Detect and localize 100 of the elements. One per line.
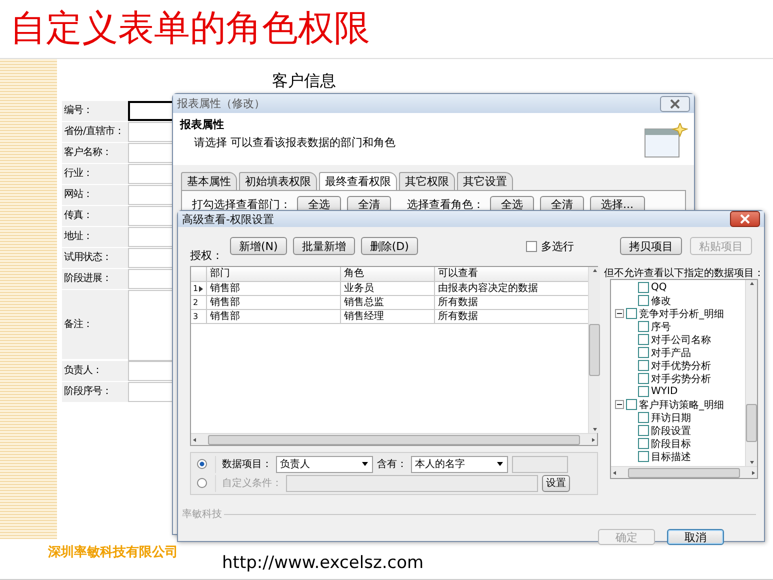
checkbox[interactable] — [638, 373, 649, 384]
field-label: 选择查看角色： — [407, 197, 484, 212]
button[interactable]: 新增(N) — [230, 237, 287, 255]
field-label: 传真： — [62, 206, 128, 227]
field-label: 数据项目： — [222, 458, 272, 471]
field-label: 试用状态： — [62, 248, 128, 269]
table-cell-text: 所有数据 — [437, 310, 479, 323]
tree-item[interactable]: 竞争对手分析_明细 — [639, 306, 724, 320]
checkbox[interactable] — [638, 282, 649, 293]
caret-icon — [497, 462, 503, 466]
checkbox[interactable] — [638, 334, 649, 345]
window-star-icon — [644, 123, 688, 159]
radio-button[interactable] — [197, 478, 207, 488]
field-label: 编号： — [62, 101, 128, 122]
slide-title: 自定义表单的角色权限 — [9, 7, 371, 51]
tree-item[interactable]: WYID — [651, 386, 678, 397]
dialog-description: 请选择 可以查看该报表数据的部门和角色 — [193, 135, 396, 150]
column-header[interactable]: 可以查看 — [435, 267, 588, 281]
field-label: 阶段序号： — [62, 382, 128, 403]
tree-item[interactable]: 对手优势分析 — [651, 358, 711, 372]
field-label: 行业： — [62, 164, 128, 185]
tree-item[interactable]: 对手公司名称 — [651, 332, 711, 346]
field-label: 负责人： — [62, 361, 128, 382]
field-label: 含有： — [377, 458, 407, 471]
checkbox[interactable] — [626, 399, 637, 410]
tree-item[interactable]: 拜访日期 — [651, 410, 691, 424]
tree-item[interactable]: 对手产品 — [651, 346, 691, 360]
tab[interactable]: 其它设置 — [457, 172, 513, 190]
form-title: 客户信息 — [271, 70, 336, 92]
table-cell: 销售部 — [207, 310, 341, 323]
collapse-icon[interactable] — [615, 400, 624, 409]
field-label: 网站： — [62, 185, 128, 206]
checkbox[interactable] — [638, 347, 649, 358]
checkbox[interactable] — [638, 451, 649, 462]
button[interactable]: 取消 — [667, 529, 724, 545]
column-header[interactable]: 部门 — [207, 267, 341, 281]
column-header[interactable]: 角色 — [341, 267, 435, 281]
collapse-icon[interactable] — [615, 309, 624, 318]
tree-item[interactable]: QQ — [651, 282, 667, 293]
checkbox[interactable] — [638, 321, 649, 332]
company-name: 深圳率敏科技有限公司 — [47, 544, 179, 562]
table-cell: 销售部 — [207, 282, 341, 295]
field-label: 地址： — [62, 227, 128, 248]
tree-item[interactable]: 客户拜访策略_明细 — [639, 398, 724, 412]
table-cell-text: 由报表内容决定的数据 — [437, 282, 539, 295]
tree-item[interactable]: 目标描述 — [651, 450, 691, 464]
tab[interactable]: 最终查看权限 — [319, 172, 397, 190]
tree-label: 但不允许查看以下指定的数据项目： — [604, 266, 758, 279]
checkbox[interactable] — [638, 412, 649, 423]
dropdown[interactable]: 负责人 — [276, 456, 373, 472]
dialog-heading: 报表属性 — [180, 117, 225, 132]
radio-button[interactable] — [197, 459, 207, 469]
checkbox[interactable] — [638, 425, 649, 436]
field-label: 备注： — [62, 290, 128, 360]
horizontal-scrollbar[interactable] — [191, 433, 597, 445]
row-number: 2 — [191, 296, 207, 309]
checkbox[interactable] — [526, 241, 537, 252]
table-cell: 销售经理 — [341, 310, 435, 323]
checkbox[interactable] — [626, 308, 637, 319]
input-field[interactable] — [512, 456, 568, 472]
vertical-scrollbar[interactable] — [588, 267, 600, 433]
input-field[interactable] — [286, 474, 538, 492]
checkbox-label: 多选行 — [540, 239, 574, 254]
checkbox[interactable] — [638, 360, 649, 371]
checkbox[interactable] — [638, 386, 649, 397]
table-cell-text: 所有数据 — [437, 296, 479, 309]
current-row-arrow-icon — [199, 286, 204, 292]
tab[interactable]: 初始填表权限 — [239, 172, 317, 190]
checkbox[interactable] — [638, 438, 649, 449]
table-cell: 业务员 — [341, 282, 435, 295]
field-label: 授权： — [190, 248, 224, 263]
tree-item[interactable]: 修改 — [651, 294, 671, 308]
website-url: http://www.excelsz.com — [222, 553, 424, 575]
horizontal-scrollbar[interactable] — [611, 466, 757, 478]
button[interactable]: 批量新增 — [292, 237, 355, 255]
tree-item[interactable]: 阶段设置 — [651, 424, 691, 438]
dropdown[interactable]: 本人的名字 — [411, 456, 508, 472]
field-label: 打勾选择查看部门： — [192, 197, 291, 212]
caret-icon — [362, 462, 368, 466]
window-title: 报表属性（修改） — [177, 96, 265, 111]
field-label: 自定义条件： — [222, 476, 282, 490]
checkbox[interactable] — [638, 295, 649, 306]
row-number: 1 — [191, 282, 207, 295]
button[interactable]: 设置 — [542, 474, 570, 492]
tree-item[interactable]: 对手劣势分析 — [651, 372, 711, 386]
window-title: 高级查看-权限设置 — [182, 212, 274, 226]
button[interactable]: 拷贝项目 — [620, 237, 682, 255]
tab[interactable]: 其它权限 — [399, 172, 455, 190]
field-label: 客户名称： — [62, 143, 128, 164]
group-label: 率敏科技 — [182, 508, 222, 521]
table-cell: 销售总监 — [341, 296, 435, 309]
vertical-scrollbar[interactable] — [745, 280, 757, 466]
table-cell: 销售部 — [207, 296, 341, 309]
tree-item[interactable]: 阶段目标 — [651, 436, 691, 450]
field-label: 省份/直辖市： — [62, 122, 128, 143]
close-button[interactable] — [660, 96, 690, 112]
tree-item[interactable]: 序号 — [651, 320, 671, 334]
button[interactable]: 删除(D) — [360, 237, 418, 255]
tab[interactable]: 基本属性 — [181, 172, 237, 190]
close-button[interactable] — [730, 211, 760, 227]
